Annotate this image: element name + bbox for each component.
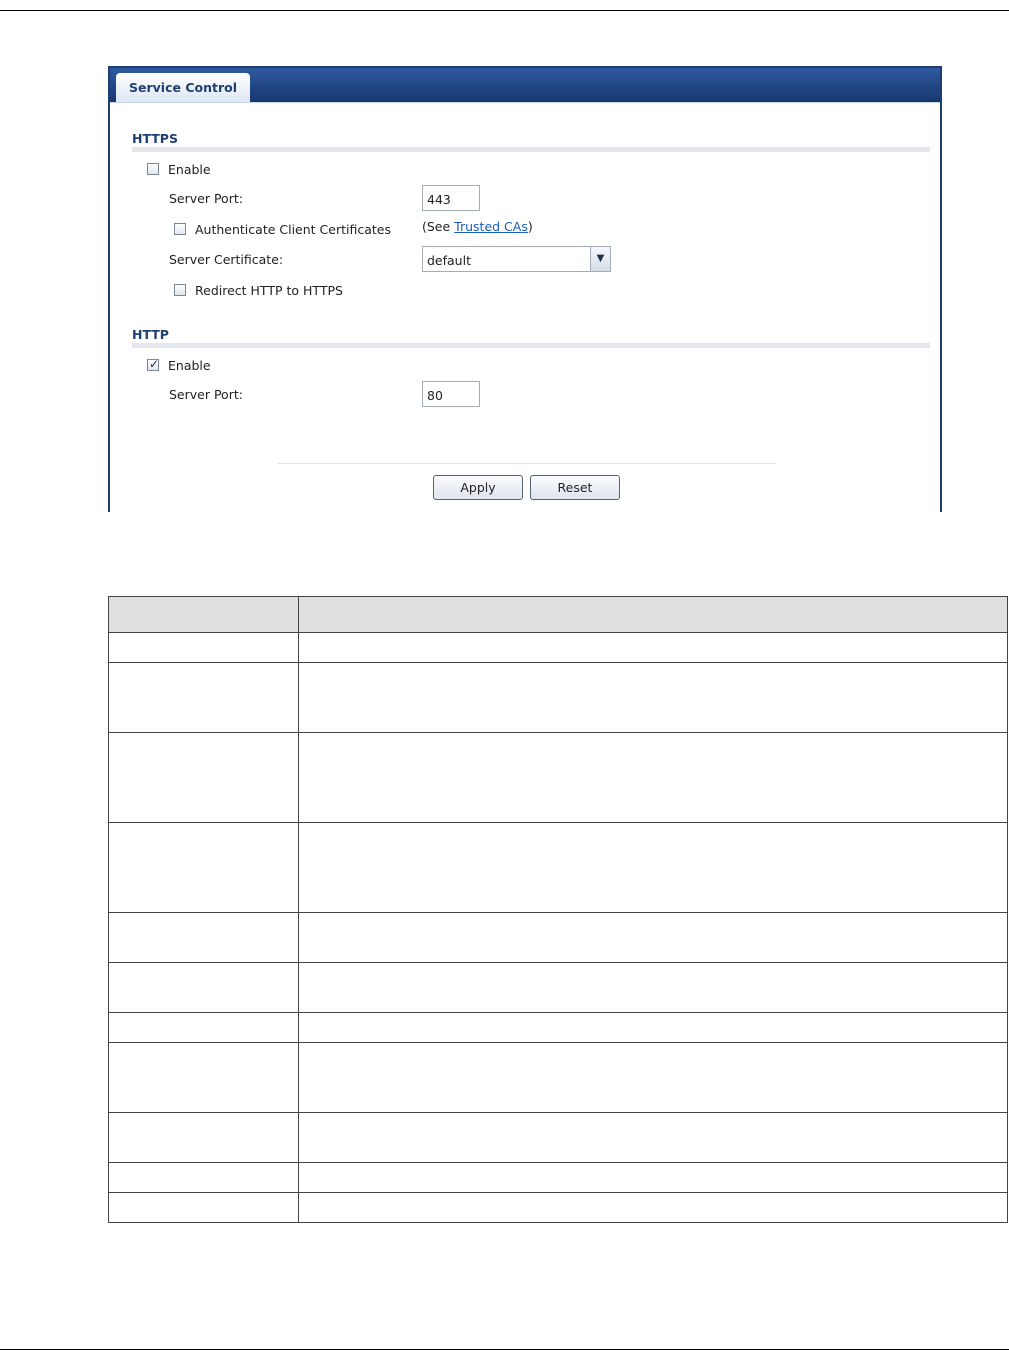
table-cell-label bbox=[108, 662, 299, 733]
table-header-row bbox=[108, 596, 1008, 633]
server-certificate-value: default bbox=[427, 253, 471, 268]
table-row bbox=[108, 662, 1008, 733]
server-certificate-label: Server Certificate: bbox=[169, 252, 284, 267]
page-bottom-rule bbox=[0, 1349, 1009, 1350]
table-header-description bbox=[298, 596, 1008, 633]
table-cell-label bbox=[108, 822, 299, 913]
table-cell-label bbox=[108, 1162, 299, 1193]
table-row bbox=[108, 1162, 1008, 1193]
table-cell-label bbox=[108, 962, 299, 1013]
table-cell-desc bbox=[298, 1162, 1008, 1193]
http-enable-checkbox[interactable]: ✓ bbox=[147, 357, 160, 371]
http-server-port-input[interactable]: 80 bbox=[422, 381, 480, 407]
trusted-cas-link[interactable]: Trusted CAs bbox=[454, 219, 528, 234]
table-row bbox=[108, 1012, 1008, 1043]
redirect-http-checkbox[interactable] bbox=[174, 284, 186, 296]
server-certificate-select[interactable]: default ▼ bbox=[422, 246, 611, 272]
table-cell-desc bbox=[298, 1042, 1008, 1113]
table-cell-desc bbox=[298, 822, 1008, 913]
service-control-panel: Service Control HTTPS Enable Server Port… bbox=[108, 66, 942, 512]
http-server-port-label: Server Port: bbox=[169, 387, 243, 402]
http-enable-label: Enable bbox=[168, 358, 211, 373]
table-cell-desc bbox=[298, 912, 1008, 963]
table-cell-label bbox=[108, 632, 299, 663]
table-cell-label bbox=[108, 732, 299, 823]
http-section-divider bbox=[132, 343, 930, 348]
button-bar-divider bbox=[278, 463, 776, 464]
panel-header: Service Control bbox=[110, 68, 940, 102]
https-enable-label: Enable bbox=[168, 162, 211, 177]
tab-service-control[interactable]: Service Control bbox=[116, 73, 250, 102]
auth-client-cert-checkbox[interactable] bbox=[174, 223, 186, 235]
https-section-title: HTTPS bbox=[132, 131, 178, 146]
panel-body: HTTPS Enable Server Port: 443 Authentica… bbox=[110, 102, 940, 512]
table-cell-desc bbox=[298, 1192, 1008, 1223]
table-cell-desc bbox=[298, 662, 1008, 733]
table-row bbox=[108, 1042, 1008, 1113]
table-cell-desc bbox=[298, 962, 1008, 1013]
table-cell-desc bbox=[298, 732, 1008, 823]
table-row bbox=[108, 632, 1008, 663]
http-section-title: HTTP bbox=[132, 327, 169, 342]
table-cell-desc bbox=[298, 632, 1008, 663]
table-row bbox=[108, 912, 1008, 963]
see-trusted-cas-note: (See Trusted CAs) bbox=[422, 219, 533, 234]
checkmark-icon: ✓ bbox=[149, 357, 160, 371]
table-row bbox=[108, 1112, 1008, 1163]
see-prefix: (See bbox=[422, 219, 455, 234]
auth-client-cert-label: Authenticate Client Certificates bbox=[195, 222, 391, 237]
table-cell-label bbox=[108, 1112, 299, 1163]
chevron-down-icon[interactable]: ▼ bbox=[590, 247, 610, 271]
see-suffix: ) bbox=[527, 219, 533, 234]
apply-button[interactable]: Apply bbox=[433, 475, 523, 500]
description-table bbox=[108, 596, 1008, 1223]
table-cell-label bbox=[108, 1042, 299, 1113]
table-row bbox=[108, 822, 1008, 913]
table-cell-desc bbox=[298, 1012, 1008, 1043]
table-row bbox=[108, 962, 1008, 1013]
https-server-port-input[interactable]: 443 bbox=[422, 185, 480, 211]
reset-button[interactable]: Reset bbox=[530, 475, 620, 500]
table-cell-label bbox=[108, 1192, 299, 1223]
table-header-label bbox=[108, 596, 299, 633]
redirect-http-label: Redirect HTTP to HTTPS bbox=[195, 283, 343, 298]
https-server-port-label: Server Port: bbox=[169, 191, 243, 206]
table-cell-label bbox=[108, 1012, 299, 1043]
table-row bbox=[108, 732, 1008, 823]
https-section-divider bbox=[132, 147, 930, 152]
https-enable-checkbox[interactable] bbox=[147, 163, 159, 175]
page-top-rule bbox=[0, 10, 1009, 11]
table-cell-desc bbox=[298, 1112, 1008, 1163]
table-row bbox=[108, 1192, 1008, 1223]
table-cell-label bbox=[108, 912, 299, 963]
